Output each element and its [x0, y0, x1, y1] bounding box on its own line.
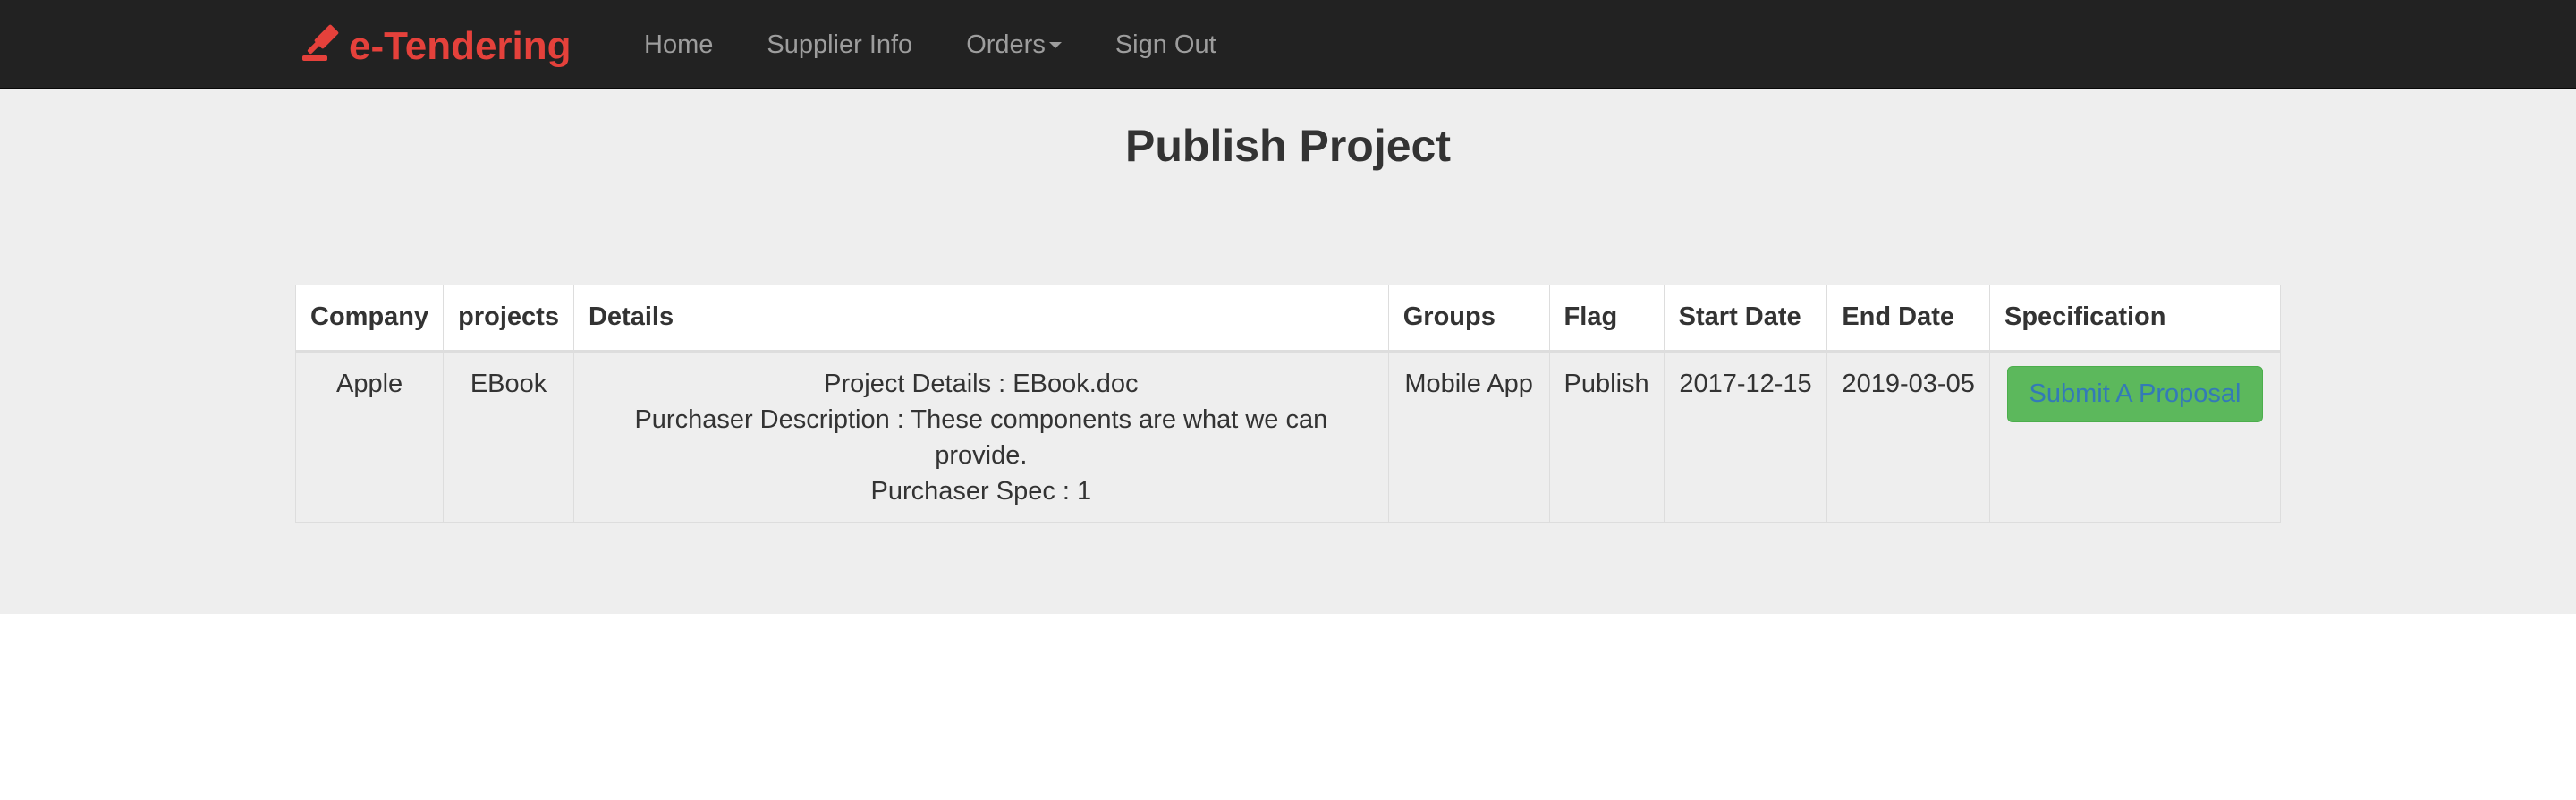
cell-project: EBook	[443, 351, 574, 523]
header-start-date: Start Date	[1663, 285, 1828, 353]
gavel-icon	[301, 20, 349, 74]
nav-orders-label: Orders	[966, 30, 1046, 59]
brand-logo[interactable]: e-Tendering	[301, 20, 572, 73]
details-purchaser-spec: Purchaser Spec : 1	[870, 476, 1092, 506]
top-navbar: e-Tendering Home Supplier Info Orders Si…	[0, 0, 2576, 89]
details-purchaser-description: Purchaser Description : These components…	[634, 404, 1328, 470]
nav-menu: Home Supplier Info Orders Sign Out	[617, 0, 1243, 89]
cell-start-date: 2017-12-15	[1663, 351, 1828, 523]
nav-home[interactable]: Home	[617, 0, 740, 89]
cell-details: Project Details : EBook.doc Purchaser De…	[572, 351, 1389, 523]
projects-table: Company projects Details Groups Flag Sta…	[294, 285, 2282, 523]
brand-name: e-Tendering	[349, 24, 572, 68]
caret-down-icon	[1048, 41, 1062, 48]
cell-group: Mobile App	[1387, 351, 1550, 523]
submit-proposal-button[interactable]: Submit A Proposal	[2006, 365, 2264, 422]
table-row: Apple EBook Project Details : EBook.doc …	[294, 351, 2282, 523]
header-details: Details	[572, 285, 1389, 353]
nav-sign-out[interactable]: Sign Out	[1089, 0, 1243, 89]
nav-supplier-info[interactable]: Supplier Info	[740, 0, 939, 89]
table-header-row: Company projects Details Groups Flag Sta…	[294, 285, 2282, 353]
header-projects: projects	[443, 285, 574, 353]
cell-company: Apple	[294, 351, 445, 523]
header-end-date: End Date	[1826, 285, 1990, 353]
header-flag: Flag	[1548, 285, 1665, 353]
header-specification: Specification	[1988, 285, 2282, 353]
header-groups: Groups	[1387, 285, 1550, 353]
cell-specification: Submit A Proposal	[1988, 351, 2282, 523]
page-title: Publish Project	[1125, 121, 1451, 171]
details-project-file: Project Details : EBook.doc	[824, 369, 1139, 398]
cell-end-date: 2019-03-05	[1826, 351, 1990, 523]
cell-flag: Publish	[1548, 351, 1665, 523]
header-company: Company	[294, 285, 445, 353]
nav-orders-dropdown[interactable]: Orders	[939, 0, 1089, 89]
